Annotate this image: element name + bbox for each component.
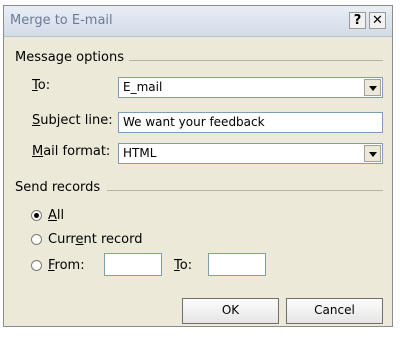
radio-from-label: From: <box>48 258 85 273</box>
to-select[interactable]: E_mail <box>118 77 383 98</box>
close-button[interactable]: ✕ <box>369 12 386 29</box>
send-records-divider <box>107 190 383 191</box>
dialog-title: Merge to E-mail <box>10 13 113 28</box>
help-icon: ? <box>353 13 362 28</box>
radio-button-selected[interactable] <box>31 210 42 221</box>
help-button[interactable]: ? <box>349 12 366 29</box>
subject-line-value: We want your feedback <box>123 115 265 129</box>
mail-format-label: Mail format: <box>32 144 111 159</box>
message-options-heading: Message options <box>15 50 124 65</box>
close-icon: ✕ <box>372 13 383 28</box>
radio-button[interactable] <box>31 260 42 271</box>
merge-to-email-dialog: Merge to E-mail ? ✕ Message options To: … <box>3 5 393 327</box>
subject-line-label: Subject line: <box>32 113 113 128</box>
send-records-heading: Send records <box>15 180 101 195</box>
title-bar[interactable]: Merge to E-mail ? ✕ <box>4 6 392 37</box>
subject-line-input[interactable]: We want your feedback <box>118 112 383 133</box>
chevron-down-icon[interactable] <box>364 79 381 96</box>
cancel-button[interactable]: Cancel <box>286 298 383 324</box>
radio-button[interactable] <box>31 234 42 245</box>
ok-button[interactable]: OK <box>182 298 279 324</box>
mail-format-select[interactable]: HTML <box>118 143 383 164</box>
mail-format-value: HTML <box>123 146 157 160</box>
chevron-down-icon[interactable] <box>364 145 381 162</box>
to-select-value: E_mail <box>123 80 163 94</box>
to-record-label: To: <box>174 258 193 273</box>
radio-current-record-label: Current record <box>48 232 143 247</box>
radio-all-label: All <box>48 208 65 223</box>
message-options-divider <box>129 60 383 61</box>
from-record-input[interactable] <box>104 253 162 276</box>
to-field-label: To: <box>32 78 51 93</box>
to-record-input[interactable] <box>208 253 266 276</box>
